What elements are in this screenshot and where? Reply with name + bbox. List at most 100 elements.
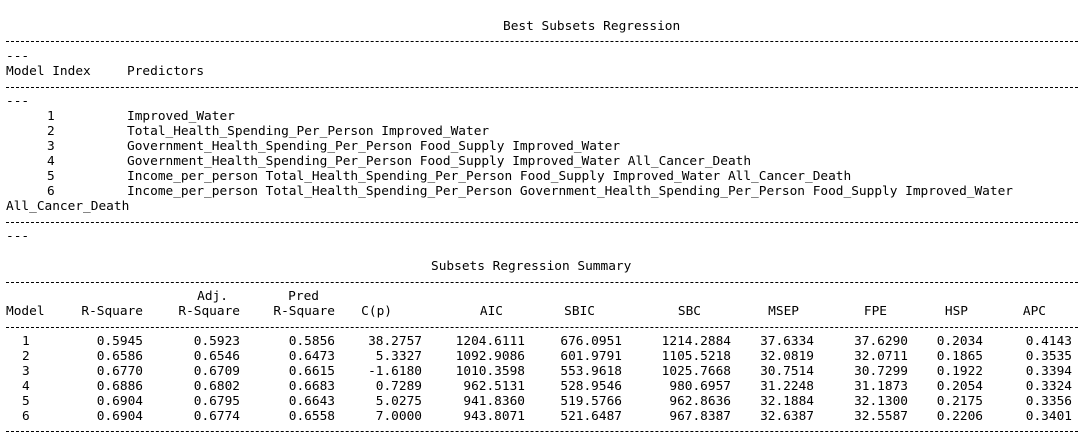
- msep-cell: 30.7514: [760, 364, 814, 379]
- header-predictors: Predictors: [127, 64, 205, 79]
- msep-cell: 31.2248: [760, 379, 814, 394]
- cp-cell: 0.7289: [375, 379, 422, 394]
- model-cell: 1: [22, 334, 30, 349]
- divider-tail: ---: [6, 49, 30, 64]
- adj-rsq-cell: 0.6795: [193, 394, 240, 409]
- rsq-cell: 0.6886: [96, 379, 143, 394]
- msep-cell: 32.6387: [760, 409, 814, 424]
- aic-cell: 1204.6111: [455, 334, 525, 349]
- apc-cell: 0.3394: [1025, 364, 1072, 379]
- adj-rsq-cell: 0.5923: [193, 334, 240, 349]
- apc-cell: 0.4143: [1025, 334, 1072, 349]
- fpe-cell: 37.6290: [854, 334, 908, 349]
- sbc-cell: 980.6957: [669, 379, 731, 394]
- model-cell: 3: [22, 364, 30, 379]
- msep-cell: 37.6334: [760, 334, 814, 349]
- divider: [6, 87, 1078, 88]
- model-index-cell: 5: [47, 169, 55, 184]
- cp-cell: 38.2757: [368, 334, 422, 349]
- hsp-cell: 0.2175: [936, 394, 983, 409]
- apc-cell: 0.3324: [1025, 379, 1072, 394]
- model-index-cell: 6: [47, 184, 55, 199]
- sbic-cell: 553.9618: [560, 364, 622, 379]
- col-header-adj-top: Adj.: [197, 289, 228, 304]
- sbc-cell: 1025.7668: [661, 364, 731, 379]
- pred-rsq-cell: 0.6643: [288, 394, 335, 409]
- pred-rsq-cell: 0.6683: [288, 379, 335, 394]
- model-index-cell: 4: [47, 154, 55, 169]
- sbic-cell: 528.9546: [560, 379, 622, 394]
- divider: [6, 222, 1078, 223]
- divider-tail: ---: [6, 94, 30, 109]
- rsq-cell: 0.5945: [96, 334, 143, 349]
- model-index-cell: 1: [47, 109, 55, 124]
- predictors-continuation: All_Cancer_Death: [6, 199, 130, 214]
- divider: [6, 327, 1078, 328]
- col-header-rsq: R-Square: [81, 304, 143, 319]
- cp-cell: 7.0000: [375, 409, 422, 424]
- sbic-cell: 676.0951: [560, 334, 622, 349]
- adj-rsq-cell: 0.6546: [193, 349, 240, 364]
- sbc-cell: 1105.5218: [661, 349, 731, 364]
- aic-cell: 1092.9086: [455, 349, 525, 364]
- aic-cell: 1010.3598: [455, 364, 525, 379]
- col-header-msep: MSEP: [768, 304, 799, 319]
- pred-rsq-cell: 0.6473: [288, 349, 335, 364]
- apc-cell: 0.3356: [1025, 394, 1072, 409]
- pred-rsq-cell: 0.6615: [288, 364, 335, 379]
- col-header-cp: C(p): [361, 304, 392, 319]
- model-cell: 5: [22, 394, 30, 409]
- apc-cell: 0.3535: [1025, 349, 1072, 364]
- predictors-cell: Total_Health_Spending_Per_Person Improve…: [127, 124, 490, 139]
- col-header-pred-bottom: R-Square: [273, 304, 335, 319]
- divider: [6, 282, 1078, 283]
- sbc-cell: 1214.2884: [661, 334, 731, 349]
- adj-rsq-cell: 0.6802: [193, 379, 240, 394]
- msep-cell: 32.0819: [760, 349, 814, 364]
- aic-cell: 941.8360: [463, 394, 525, 409]
- col-header-hsp: HSP: [944, 304, 968, 319]
- fpe-cell: 30.7299: [854, 364, 908, 379]
- sbc-cell: 967.8387: [669, 409, 731, 424]
- predictors-cell: Government_Health_Spending_Per_Person Fo…: [127, 139, 621, 154]
- adj-rsq-cell: 0.6709: [193, 364, 240, 379]
- col-header-pred-top: Pred: [288, 289, 319, 304]
- best-subsets-title: Best Subsets Regression: [503, 19, 681, 34]
- col-header-fpe: FPE: [863, 304, 887, 319]
- model-cell: 2: [22, 349, 30, 364]
- model-index-cell: 3: [47, 139, 55, 154]
- model-index-cell: 2: [47, 124, 55, 139]
- model-cell: 4: [22, 379, 30, 394]
- predictors-cell: Income_per_person Total_Health_Spending_…: [127, 169, 852, 184]
- model-cell: 6: [22, 409, 30, 424]
- divider: [6, 431, 1078, 432]
- col-header-sbic: SBIC: [564, 304, 595, 319]
- summary-title: Subsets Regression Summary: [431, 259, 632, 274]
- aic-cell: 943.8071: [463, 409, 525, 424]
- predictors-cell: Improved_Water: [127, 109, 235, 124]
- fpe-cell: 31.1873: [854, 379, 908, 394]
- rsq-cell: 0.6904: [96, 394, 143, 409]
- rsq-cell: 0.6904: [96, 409, 143, 424]
- col-header-aic: AIC: [479, 304, 503, 319]
- hsp-cell: 0.2034: [936, 334, 983, 349]
- sbic-cell: 521.6487: [560, 409, 622, 424]
- header-model-index: Model Index: [6, 64, 91, 79]
- fpe-cell: 32.1300: [854, 394, 908, 409]
- col-header-model: Model: [6, 304, 45, 319]
- rsq-cell: 0.6770: [96, 364, 143, 379]
- rsq-cell: 0.6586: [96, 349, 143, 364]
- hsp-cell: 0.1922: [936, 364, 983, 379]
- pred-rsq-cell: 0.5856: [288, 334, 335, 349]
- divider-tail: ---: [6, 229, 30, 244]
- predictors-cell: Government_Health_Spending_Per_Person Fo…: [127, 154, 752, 169]
- col-header-apc: APC: [1022, 304, 1046, 319]
- fpe-cell: 32.5587: [854, 409, 908, 424]
- adj-rsq-cell: 0.6774: [193, 409, 240, 424]
- aic-cell: 962.5131: [463, 379, 525, 394]
- cp-cell: 5.3327: [375, 349, 422, 364]
- msep-cell: 32.1884: [760, 394, 814, 409]
- cp-cell: 5.0275: [375, 394, 422, 409]
- sbc-cell: 962.8636: [669, 394, 731, 409]
- sbic-cell: 519.5766: [560, 394, 622, 409]
